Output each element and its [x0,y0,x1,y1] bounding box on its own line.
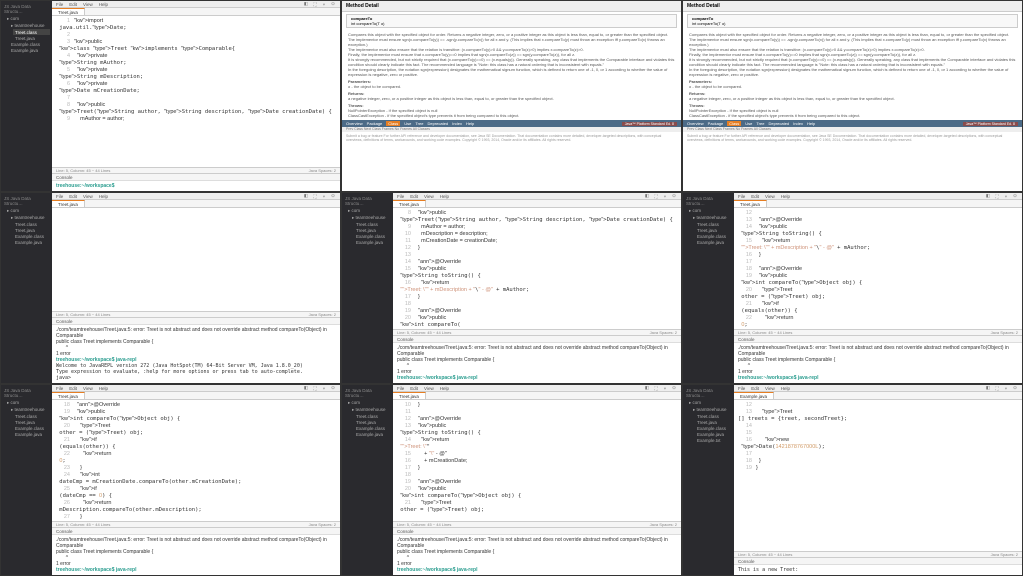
nav-use[interactable]: Use [404,121,411,126]
fullscreen-icon[interactable]: ⛶ [312,193,318,199]
console[interactable]: ./com/teamtreehouse/Treet.java:5: error:… [52,535,340,575]
file-explorer[interactable]: JS Java Data Structu…▸ com▸ teamtreehous… [342,193,393,383]
preview-icon[interactable]: ◧ [985,193,991,199]
code-editor[interactable] [52,208,340,311]
tab-active[interactable]: Treet.java [52,392,85,399]
snapshot-icon[interactable]: ⊙ [671,193,677,199]
console-header: Console [393,528,681,535]
snapshot-icon[interactable]: ⊙ [330,1,336,7]
snapshot-icon[interactable]: ⊙ [330,385,336,391]
tree-file[interactable]: Example.java [354,239,391,245]
doc-section-title: Method Detail [342,1,681,12]
file-explorer[interactable]: JS Java Data Structu…▸ com▸ teamtreehous… [1,193,52,383]
fullscreen-icon[interactable]: ⛶ [312,1,318,7]
fork-icon[interactable]: ⑂ [321,385,327,391]
menu-file[interactable]: File [56,2,63,7]
tab-active[interactable]: Example.java [734,392,774,399]
tab-active[interactable]: Treet.java [393,392,426,399]
javadoc-nav: Overview Package Class Use Tree Deprecat… [342,120,681,127]
snapshot-icon[interactable]: ⊙ [1012,385,1018,391]
tree-file[interactable]: Example.java [13,239,50,245]
javadoc-panel: Method Detail compareToint compareTo(T o… [342,1,681,191]
file-explorer[interactable]: JS Java Data Structu…▸ com▸ teamtreehous… [683,385,734,575]
file-explorer[interactable]: JS Java Data Structu…▸ com▸ teamtreehous… [1,385,52,575]
nav-tree[interactable]: Tree [415,121,423,126]
console-header: Console [393,336,681,343]
menu-view[interactable]: View [83,2,93,7]
file-explorer[interactable]: JS Java Data Structu…▸ com▸ teamtreehous… [683,193,734,383]
preview-icon[interactable]: ◧ [303,1,309,7]
tree-folder-com[interactable]: ▸ com [5,15,50,22]
tree-file[interactable]: Example.java [354,431,391,437]
code-editor[interactable]: 1"kw">import java.util."type">Date;23"kw… [52,16,340,167]
code-editor[interactable]: 10 }1112 "ann">@Override13 "kw">public "… [393,400,681,521]
tab-active[interactable]: Treet.java [393,200,426,207]
javadoc-panel: Method Detail compareToint compareTo(T o… [683,1,1022,191]
code-editor[interactable]: 1213 "type">Treet[] treets = {treet, sec… [734,400,1022,551]
menubar: File Edit View Help ◧ ⛶ ⑂ ⊙ [52,1,340,8]
console-header: Console [52,528,340,535]
fullscreen-icon[interactable]: ⛶ [312,385,318,391]
tree-file[interactable]: Example.java [695,239,732,245]
preview-icon[interactable]: ◧ [644,193,650,199]
file-explorer[interactable]: JS Java Data Structu…▸ com▸ teamtreehous… [342,385,393,575]
fullscreen-icon[interactable]: ⛶ [994,193,1000,199]
console[interactable]: This is a new Treet: [734,565,1022,575]
menu-edit[interactable]: Edit [69,2,77,7]
code-editor[interactable]: 18 "ann">@Override19 "kw">public "kw">in… [52,400,340,521]
fullscreen-icon[interactable]: ⛶ [653,385,659,391]
console[interactable]: ./com/teamtreehouse/Treet.java:5: error:… [734,343,1022,383]
fork-icon[interactable]: ⑂ [321,193,327,199]
preview-icon[interactable]: ◧ [303,385,309,391]
menu-help[interactable]: Help [99,2,108,7]
nav-index[interactable]: Index [452,121,462,126]
nav-class[interactable]: Class [386,121,400,126]
preview-icon[interactable]: ◧ [303,193,309,199]
code-editor[interactable]: 8 "kw">public "type">Treet("type">String… [393,208,681,329]
console-header: Console [734,336,1022,343]
console[interactable]: treehouse:~/workspace$ [52,181,340,191]
tree-folder-pkg[interactable]: ▸ teamtreehouse [9,22,50,29]
tree-file[interactable]: Example.java [9,47,50,53]
file-explorer[interactable]: JS Java Data Structu… ▸ com ▸ teamtreeho… [1,1,52,191]
tab-treet[interactable]: Treet.java [52,8,85,15]
console-header: Console [52,318,340,325]
nav-deprecated[interactable]: Deprecated [427,121,448,126]
fullscreen-icon[interactable]: ⛶ [994,385,1000,391]
fork-icon[interactable]: ⑂ [1003,385,1009,391]
tree-file[interactable]: Example.txt [695,437,732,443]
code-editor[interactable]: 1213 "ann">@Override14 "kw">public "type… [734,208,1022,329]
fork-icon[interactable]: ⑂ [662,193,668,199]
console[interactable]: ./com/teamtreehouse/Treet.java:5: error:… [52,325,340,383]
tab-bar: Treet.java [52,8,340,16]
preview-icon[interactable]: ◧ [985,385,991,391]
fork-icon[interactable]: ⑂ [662,385,668,391]
tab-active[interactable]: Treet.java [734,200,767,207]
console[interactable]: ./com/teamtreehouse/Treet.java:5: error:… [393,343,681,383]
fork-icon[interactable]: ⑂ [321,1,327,7]
nav-package[interactable]: Package [367,121,383,126]
nav-help[interactable]: Help [466,121,474,126]
tree-file[interactable]: Example.java [13,431,50,437]
console-header: Console [52,174,340,181]
snapshot-icon[interactable]: ⊙ [330,193,336,199]
preview-icon[interactable]: ◧ [644,385,650,391]
nav-overview[interactable]: Overview [346,121,363,126]
snapshot-icon[interactable]: ⊙ [1012,193,1018,199]
fork-icon[interactable]: ⑂ [1003,193,1009,199]
fullscreen-icon[interactable]: ⛶ [653,193,659,199]
console-header: Console [734,558,1022,565]
snapshot-icon[interactable]: ⊙ [671,385,677,391]
tab-active[interactable]: Treet.java [52,200,85,207]
console[interactable]: ./com/teamtreehouse/Treet.java:5: error:… [393,535,681,575]
